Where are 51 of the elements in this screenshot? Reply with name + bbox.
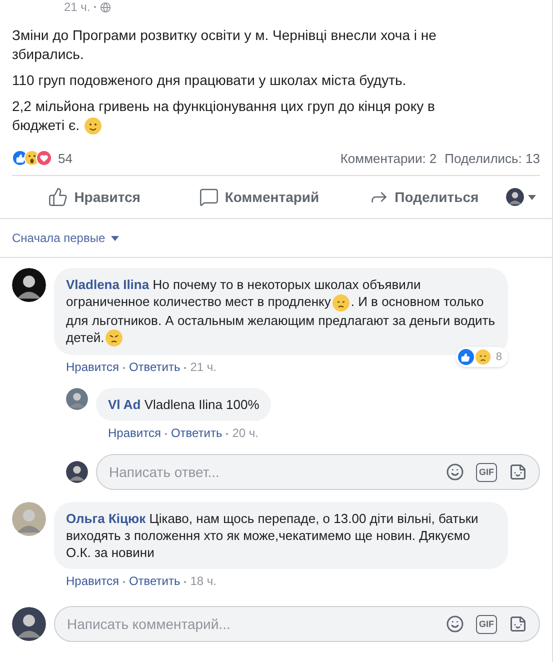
post-action-button[interactable]: Комментарий: [176, 181, 342, 214]
post-action-button[interactable]: Поделиться: [341, 181, 506, 214]
gif-icon[interactable]: GIF: [476, 614, 497, 634]
comment-time[interactable]: 18 ч.: [190, 573, 217, 590]
like-reaction-icon: [458, 349, 474, 366]
comment-author[interactable]: Ольга Кіцюк: [66, 511, 146, 526]
angry-face-icon: [105, 329, 124, 348]
gif-icon[interactable]: GIF: [476, 462, 497, 482]
globe-icon: [100, 2, 112, 12]
like-link[interactable]: Нравится: [66, 573, 119, 590]
sort-dropdown[interactable]: Сначала первые: [12, 229, 106, 248]
thumbs-up-icon: [48, 187, 68, 208]
sticker-icon[interactable]: [509, 615, 527, 634]
sad-face-icon: [474, 349, 491, 366]
emoji-icon[interactable]: [446, 615, 464, 634]
heart-reaction-icon[interactable]: [36, 150, 52, 166]
reaction-count: 8: [496, 350, 502, 365]
shares-count[interactable]: Поделились: 13: [444, 148, 540, 168]
comment-input-field[interactable]: Написать ответ... GIF: [96, 454, 540, 490]
comment-time[interactable]: 20 ч.: [232, 425, 259, 442]
caret-icon[interactable]: [528, 194, 536, 200]
post-text: Зміни до Програми розвитку освіти у м. Чернівці внесли хоча і не збирались.: [12, 26, 438, 64]
comment-text: Ольга Кіцюк Цікаво, нам щось перепаде, о 13.00 діти вільні, батьки виходять з положення хто як може,чекатимемо ще новин. Дякуємо О.К. за новини: [66, 510, 480, 562]
avatar-icon[interactable]: [66, 461, 88, 484]
emoji-icon[interactable]: [446, 463, 464, 482]
reply-link[interactable]: Ответить: [170, 425, 222, 442]
comment-input-field[interactable]: Написать комментарий... GIF: [54, 606, 540, 642]
post-action-button[interactable]: Нравится: [12, 181, 177, 214]
reply-link[interactable]: Ответить: [128, 573, 180, 590]
post-text: 110 груп подовженого дня працювати у школах міста будуть.: [12, 71, 408, 90]
reply-link[interactable]: Ответить: [128, 359, 180, 376]
sticker-icon[interactable]: [509, 463, 527, 482]
comment-reactions[interactable]: 8: [456, 347, 508, 368]
avatar-icon[interactable]: [12, 268, 46, 302]
speech-bubble-icon: [198, 187, 219, 208]
caret-icon[interactable]: [111, 236, 120, 241]
comment-author[interactable]: Vl Ad: [108, 397, 141, 412]
comment-author[interactable]: Vladlena Ilina: [66, 277, 150, 292]
sad-face-icon: [332, 294, 350, 312]
reaction-count[interactable]: 54: [58, 148, 72, 168]
avatar-icon[interactable]: [12, 607, 46, 642]
avatar-icon[interactable]: [506, 188, 524, 206]
post-time[interactable]: 21 ч.: [64, 1, 90, 13]
comments-count[interactable]: Комментарии: 2: [340, 148, 437, 168]
post-text: 2,2 мільйона гривень на функціонування цих груп до кінця року в бюджеті є.: [12, 97, 488, 136]
comment-text: Vladlena Ilina Но почему то в некоторых школах объявили ограниченное количество мест в продленку . И в основном только для льготников. А остальным желающим предлагают за деньги водить детей.: [66, 276, 496, 348]
smile-face-icon: [84, 117, 102, 136]
like-link[interactable]: Нравится: [108, 425, 161, 442]
comment-time[interactable]: 21 ч.: [190, 359, 217, 376]
comment-text: Vl Ad Vladlena Ilina 100%: [108, 396, 260, 414]
like-link[interactable]: Нравится: [66, 359, 119, 376]
